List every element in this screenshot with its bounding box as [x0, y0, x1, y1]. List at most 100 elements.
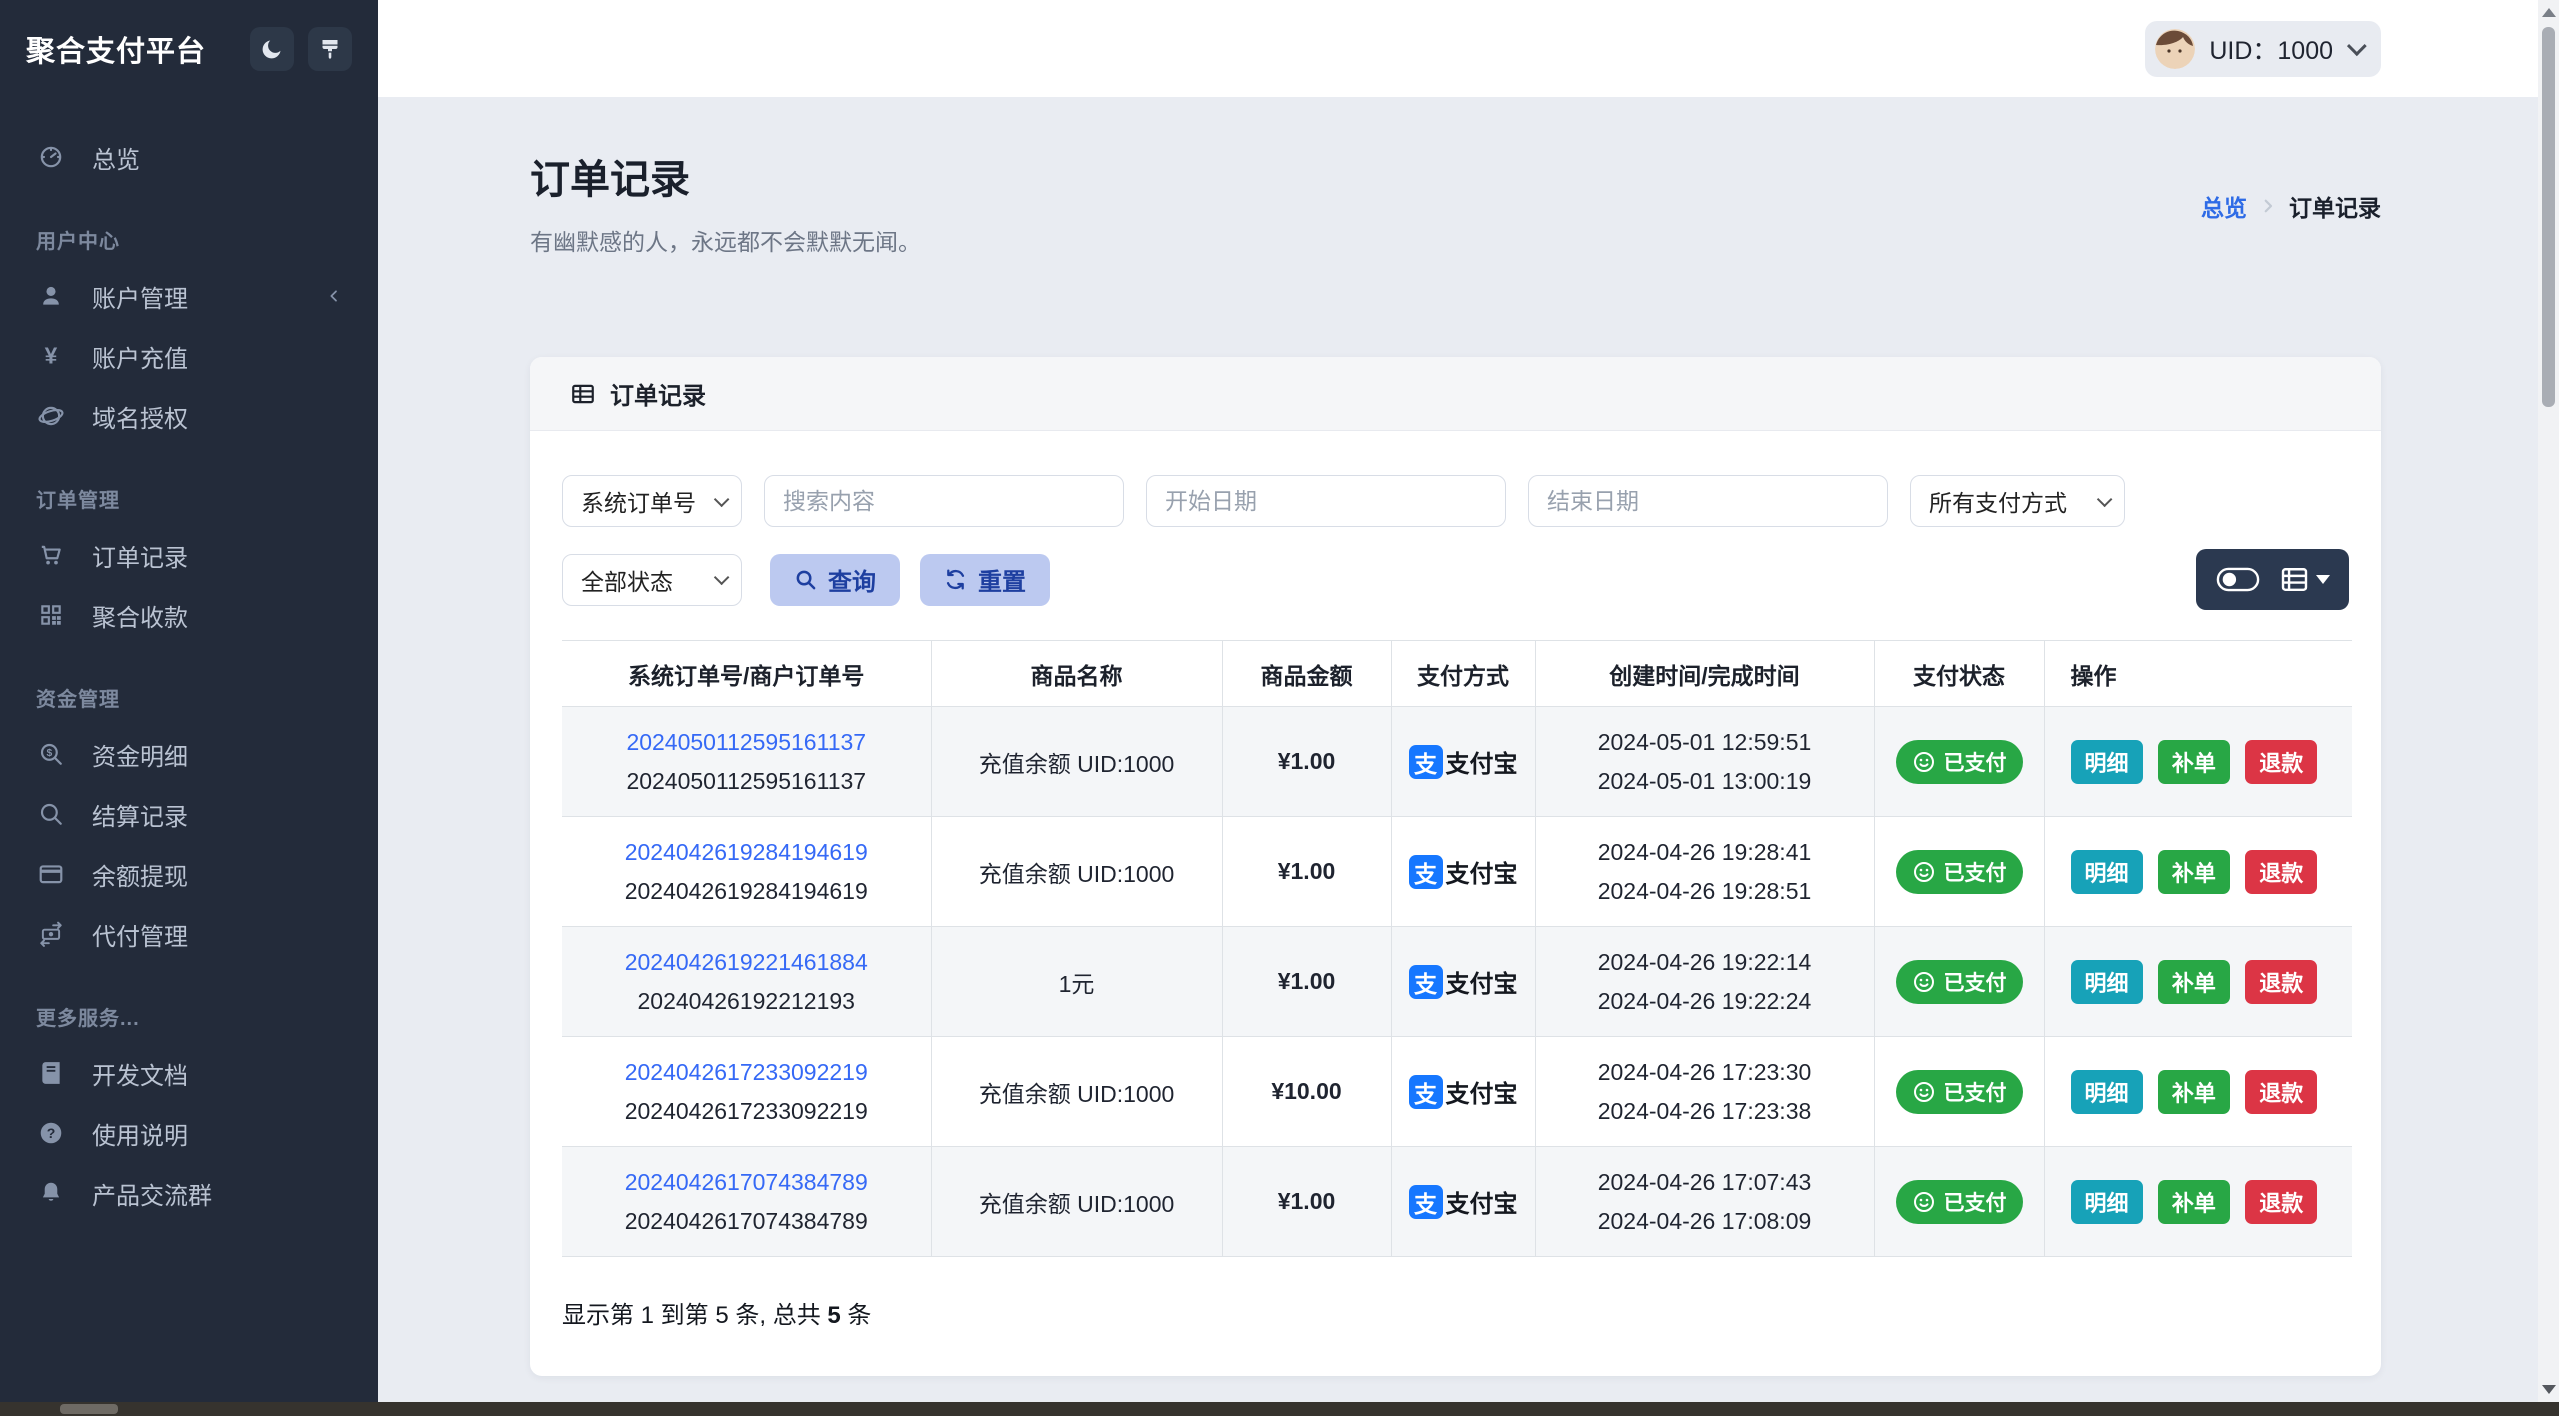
pay-method-name: 支付宝 [1445, 1191, 1518, 1218]
sidebar-item-domain-authorization[interactable]: 域名授权 [0, 386, 378, 446]
refund-button[interactable]: 退款 [2245, 1069, 2318, 1114]
detail-button[interactable]: 明细 [2070, 959, 2143, 1004]
summary-total: 5 [827, 1302, 841, 1329]
credit-card-icon [36, 861, 66, 887]
order-number-link[interactable]: 2024042617074384789 [625, 1169, 868, 1195]
product-name: 充值余额 UID:1000 [931, 1036, 1223, 1147]
sidebar-header: 聚合支付平台 [0, 0, 378, 97]
sidebar-item-account-recharge[interactable]: ¥ 账户充值 [0, 326, 378, 386]
sidebar-item-balance-withdrawal[interactable]: 余额提现 [0, 844, 378, 904]
supplement-button[interactable]: 补单 [2157, 849, 2230, 894]
card-view-toggle[interactable] [2216, 565, 2260, 594]
refund-button[interactable]: 退款 [2245, 959, 2318, 1004]
status-badge: 已支付 [1895, 959, 2023, 1004]
sidebar-item-label: 总览 [92, 146, 140, 174]
scroll-down-arrow[interactable] [2541, 1385, 2556, 1394]
end-date-input[interactable] [1528, 475, 1888, 527]
refresh-icon [944, 568, 967, 591]
col-status: 支付状态 [1874, 640, 2045, 707]
user-menu[interactable]: UID：1000 [2145, 20, 2381, 77]
chevron-right-icon [2259, 197, 2277, 215]
product-amount: ¥1.00 [1222, 1146, 1392, 1257]
summary-prefix: 显示第 1 到第 5 条, 总共 [562, 1302, 828, 1329]
query-button[interactable]: 查询 [770, 553, 900, 606]
sidebar-item-order-records[interactable]: 订单记录 [0, 525, 378, 585]
order-type-value: 系统订单号 [581, 490, 696, 516]
dark-mode-button[interactable] [250, 26, 294, 71]
horizontal-scrollbar-thumb[interactable] [60, 1404, 118, 1414]
refund-button[interactable]: 退款 [2245, 1179, 2318, 1224]
status-label: 已支付 [1943, 751, 2007, 775]
sidebar-item-overview[interactable]: 总览 [0, 127, 378, 187]
horizontal-scrollbar[interactable] [0, 1402, 2559, 1416]
supplement-button[interactable]: 补单 [2157, 959, 2230, 1004]
pay-method-select[interactable]: 所有支付方式 [1910, 475, 2125, 527]
columns-menu-button[interactable] [2280, 565, 2330, 594]
detail-button[interactable]: 明细 [2070, 1069, 2143, 1114]
sidebar-item-label: 使用说明 [92, 1122, 188, 1150]
list-icon [2280, 565, 2309, 594]
completed-time: 2024-04-26 19:22:24 [1597, 987, 1812, 1014]
order-number-link[interactable]: 2024042617233092219 [625, 1059, 868, 1085]
sidebar-section-user-center: 用户中心 [36, 231, 120, 253]
sidebar-item-label: 账户充值 [92, 345, 188, 373]
col-time: 创建时间/完成时间 [1535, 640, 1875, 707]
sidebar-section-more-services: 更多服务... [36, 1008, 140, 1030]
money-transfer-icon [36, 921, 66, 947]
created-time: 2024-04-26 17:07:43 [1597, 1168, 1812, 1195]
scroll-up-arrow[interactable] [2541, 8, 2556, 17]
status-label: 已支付 [1943, 861, 2007, 885]
reset-button[interactable]: 重置 [920, 553, 1050, 606]
start-date-input[interactable] [1146, 475, 1506, 527]
col-product: 商品名称 [931, 640, 1223, 707]
vertical-scrollbar[interactable] [2538, 0, 2559, 1402]
status-label: 已支付 [1943, 1081, 2007, 1105]
filter-row-2: 全部状态 查询 重置 [562, 549, 2349, 610]
status-value: 全部状态 [581, 568, 673, 595]
sidebar-item-usage-guide[interactable]: ? 使用说明 [0, 1103, 378, 1163]
merchant-order-number: 2024042617074384789 [624, 1207, 868, 1234]
sidebar-item-account-management[interactable]: 账户管理 [0, 266, 378, 326]
table-row: 2024042619221461884 20240426192212193 1元… [562, 926, 2352, 1037]
sidebar-item-aggregate-collection[interactable]: 聚合收款 [0, 585, 378, 645]
merchant-order-number: 20240426192212193 [637, 987, 855, 1014]
pay-method: 支 支付宝 [1408, 854, 1518, 889]
breadcrumb-parent-link[interactable]: 总览 [2201, 189, 2247, 223]
user-icon [36, 283, 66, 309]
vertical-scrollbar-thumb[interactable] [2542, 27, 2555, 407]
status-select[interactable]: 全部状态 [562, 553, 742, 606]
detail-button[interactable]: 明细 [2070, 849, 2143, 894]
detail-button[interactable]: 明细 [2070, 739, 2143, 784]
detail-button[interactable]: 明细 [2070, 1179, 2143, 1224]
col-actions: 操作 [2044, 640, 2352, 707]
supplement-button[interactable]: 补单 [2157, 739, 2230, 784]
order-number-link[interactable]: 2024042619221461884 [625, 949, 868, 975]
summary-suffix: 条 [840, 1302, 872, 1329]
search-input[interactable] [764, 475, 1124, 527]
product-name: 1元 [931, 926, 1223, 1037]
card-body: 系统订单号 所有支付方式 全部状态 [530, 431, 2381, 1376]
alipay-icon: 支 [1408, 1074, 1443, 1109]
content: 订单记录 有幽默感的人，永远都不会默默无闻。 总览 订单记录 订单记录 系统订单… [378, 97, 2559, 1402]
sidebar-item-label: 余额提现 [92, 863, 188, 891]
sidebar-item-payout-management[interactable]: 代付管理 [0, 904, 378, 964]
refund-button[interactable]: 退款 [2245, 849, 2318, 894]
refund-button[interactable]: 退款 [2245, 739, 2318, 784]
order-number-link[interactable]: 2024050112595161137 [626, 729, 866, 755]
sidebar-item-fund-details[interactable]: $ 资金明细 [0, 724, 378, 784]
sidebar-item-settlement-records[interactable]: 结算记录 [0, 784, 378, 844]
supplement-button[interactable]: 补单 [2157, 1069, 2230, 1114]
theme-button[interactable] [308, 26, 352, 71]
search-dollar-icon: $ [36, 741, 66, 767]
page-title: 订单记录 [530, 158, 690, 202]
page-subtitle: 有幽默感的人，永远都不会默默无闻。 [530, 229, 921, 255]
sidebar-item-dev-docs[interactable]: 开发文档 [0, 1043, 378, 1103]
qrcode-icon [36, 602, 66, 628]
pagination-summary: 显示第 1 到第 5 条, 总共 5 条 [562, 1295, 2349, 1330]
book-icon [36, 1060, 66, 1086]
order-type-select[interactable]: 系统订单号 [562, 475, 742, 527]
order-number-link[interactable]: 2024042619284194619 [625, 839, 868, 865]
supplement-button[interactable]: 补单 [2157, 1179, 2230, 1224]
sidebar-item-product-group[interactable]: 产品交流群 [0, 1163, 378, 1223]
col-order-no: 系统订单号/商户订单号 [562, 640, 932, 707]
